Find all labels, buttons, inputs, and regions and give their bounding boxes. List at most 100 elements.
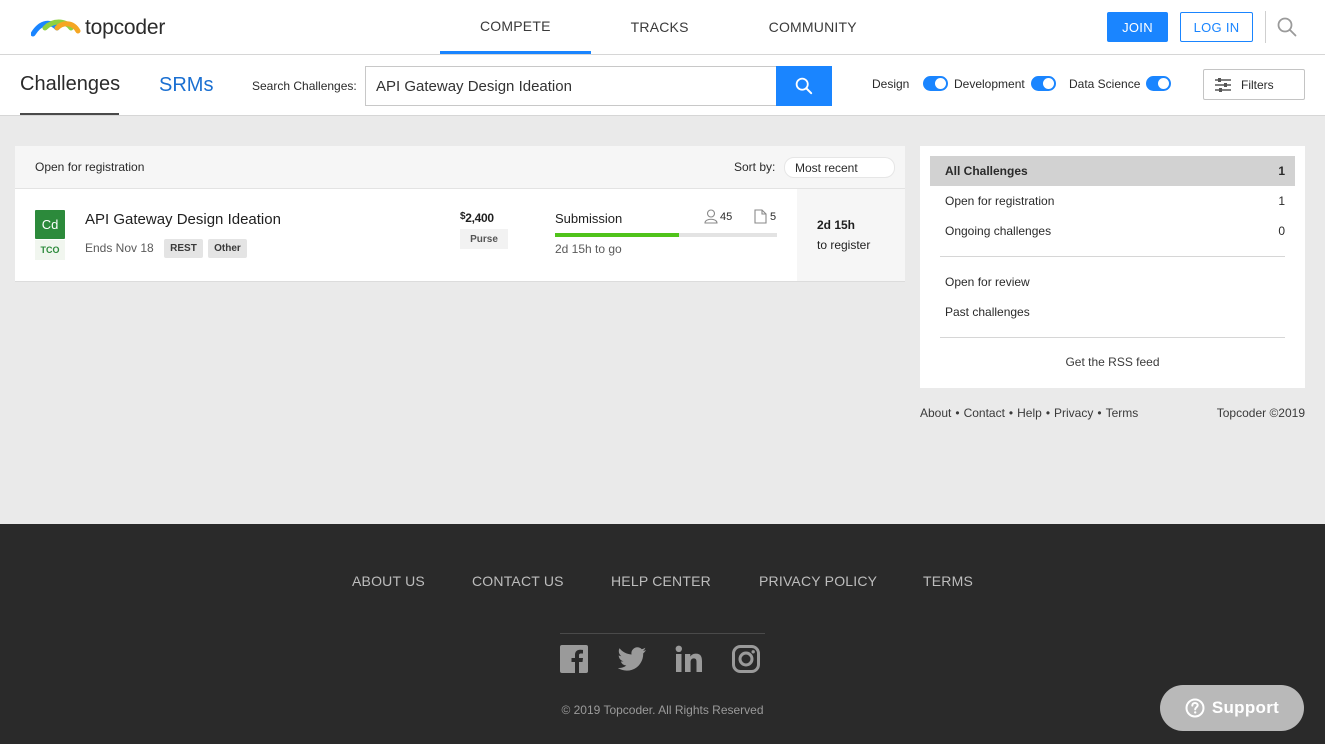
link-separator: •	[1008, 406, 1014, 420]
submissions-value: 5	[770, 210, 777, 223]
main-nav: COMPETE TRACKS COMMUNITY	[440, 0, 897, 54]
registrants-value: 45	[720, 210, 733, 223]
sidebar-item-open-for-registration[interactable]: Open for registration 1	[930, 186, 1295, 216]
top-navbar: topcoder COMPETE TRACKS COMMUNITY JOIN L…	[0, 0, 1325, 55]
social-divider	[560, 633, 765, 634]
footer-link-terms[interactable]: TERMS	[923, 573, 973, 589]
footer-link-about-us[interactable]: ABOUT US	[352, 573, 425, 589]
sidebar-item-label: Open for registration	[945, 194, 1055, 208]
challenges-toolbar: Challenges SRMs Search Challenges: Desig…	[0, 55, 1325, 116]
tag-rest[interactable]: REST	[164, 239, 203, 258]
twitter-icon[interactable]	[617, 644, 647, 674]
sidebar-item-ongoing-challenges[interactable]: Ongoing challenges 0	[930, 216, 1295, 246]
sort-select[interactable]: Most recent	[784, 157, 895, 178]
facebook-icon[interactable]	[559, 644, 589, 674]
sidebar-item-label: Open for review	[945, 275, 1030, 289]
prize-value: 2,400	[465, 211, 494, 225]
sidebar-item-all-challenges[interactable]: All Challenges 1	[930, 156, 1295, 186]
challenge-row[interactable]: Cd TCO API Gateway Design Ideation Ends …	[15, 189, 905, 282]
instagram-icon[interactable]	[731, 644, 761, 674]
sort-select-value: Most recent	[795, 160, 858, 175]
challenge-end-date: Ends Nov 18	[85, 241, 154, 255]
rss-feed-link[interactable]: Get the RSS feed	[920, 355, 1305, 369]
footer-link-contact-us[interactable]: CONTACT US	[472, 573, 564, 589]
nav-item-community[interactable]: COMMUNITY	[729, 0, 897, 54]
footer-link-help-center[interactable]: HELP CENTER	[611, 573, 711, 589]
topcoder-logo-text: topcoder	[85, 16, 166, 39]
nav-item-tracks[interactable]: TRACKS	[591, 0, 729, 54]
sidebar-item-count: 1	[1278, 194, 1285, 208]
sidebar-divider	[940, 337, 1285, 338]
phase-progress-fill	[555, 233, 680, 237]
phase-progress-bar	[555, 233, 777, 237]
support-label: Support	[1211, 698, 1280, 717]
filters-button[interactable]: Filters	[1203, 69, 1305, 100]
prize-amount: $2,400	[460, 211, 494, 225]
tab-challenges[interactable]: Challenges	[20, 55, 120, 115]
design-toggle-group: Design	[872, 76, 949, 91]
tag-other[interactable]: Other	[208, 239, 247, 258]
link-separator: •	[1097, 406, 1102, 420]
phase-time-left: 2d 15h to go	[555, 242, 622, 256]
site-footer: ABOUT US CONTACT US HELP CENTER PRIVACY …	[0, 524, 1325, 744]
topcoder-logo[interactable]: topcoder	[31, 16, 165, 40]
nav-divider	[1265, 11, 1266, 43]
sidebar-item-count: 1	[1278, 164, 1285, 178]
registrants-count[interactable]: 45	[704, 209, 732, 224]
footer-link-terms[interactable]: Terms	[1106, 406, 1139, 420]
search-icon	[795, 77, 813, 95]
challenge-list: Open for registration Sort by: Most rece…	[15, 146, 905, 282]
sidebar-item-label: Ongoing challenges	[945, 224, 1052, 238]
data-science-toggle-label: Data Science	[1069, 76, 1141, 91]
linkedin-icon[interactable]	[674, 644, 704, 674]
nav-item-compete[interactable]: COMPETE	[440, 0, 591, 54]
join-button[interactable]: JOIN	[1107, 12, 1168, 42]
footer-link-contact[interactable]: Contact	[964, 406, 1005, 420]
challenge-filter-sidebar: All Challenges 1 Open for registration 1…	[920, 146, 1305, 388]
registration-deadline[interactable]: 2d 15h to register	[797, 189, 905, 281]
sidebar-copyright: Topcoder ©2019	[1216, 406, 1305, 420]
data-science-toggle-group: Data Science	[1069, 76, 1172, 91]
design-toggle-label: Design	[872, 76, 910, 91]
search-icon[interactable]	[1277, 17, 1297, 37]
data-science-toggle[interactable]	[1146, 76, 1172, 91]
footer-link-help[interactable]: Help	[1017, 406, 1042, 420]
help-icon	[1185, 698, 1205, 718]
filters-icon	[1215, 77, 1231, 92]
registration-time-left: 2d 15h	[817, 218, 856, 232]
sidebar-divider	[940, 256, 1285, 257]
design-toggle[interactable]	[923, 76, 949, 91]
tco-badge: TCO	[35, 240, 65, 260]
list-status-title: Open for registration	[35, 160, 145, 174]
search-label: Search Challenges:	[252, 79, 357, 93]
sidebar-item-label: All Challenges	[945, 164, 1028, 178]
sidebar-item-open-for-review[interactable]: Open for review	[930, 267, 1295, 297]
footer-link-about[interactable]: About	[920, 406, 951, 420]
search-button[interactable]	[776, 66, 832, 106]
development-toggle-label: Development	[954, 76, 1025, 91]
list-header: Open for registration Sort by: Most rece…	[15, 146, 905, 189]
challenge-title[interactable]: API Gateway Design Ideation	[85, 211, 281, 228]
registration-label: to register	[817, 238, 871, 252]
user-icon	[704, 209, 718, 224]
sidebar-item-label: Past challenges	[945, 305, 1030, 319]
link-separator: •	[955, 406, 960, 420]
footer-link-privacy[interactable]: Privacy	[1054, 406, 1093, 420]
filters-label: Filters	[1241, 77, 1274, 92]
document-icon	[754, 209, 767, 224]
tab-srms[interactable]: SRMs	[159, 55, 213, 115]
sidebar-item-past-challenges[interactable]: Past challenges	[930, 297, 1295, 327]
topcoder-logo-icon	[31, 19, 81, 37]
sort-by-label: Sort by:	[734, 160, 776, 174]
login-button[interactable]: LOG IN	[1180, 12, 1253, 42]
search-input[interactable]	[365, 66, 776, 106]
footer-copyright: © 2019 Topcoder. All Rights Reserved	[561, 703, 764, 717]
development-toggle-group: Development	[954, 76, 1056, 91]
phase-name: Submission	[555, 211, 623, 226]
submissions-count[interactable]: 5	[754, 209, 776, 224]
development-toggle[interactable]	[1030, 76, 1056, 91]
purse-label: Purse	[460, 229, 508, 249]
support-button[interactable]: Support	[1160, 685, 1304, 731]
footer-link-privacy-policy[interactable]: PRIVACY POLICY	[759, 573, 877, 589]
sidebar-footer-links: About • Contact • Help • Privacy • Terms	[920, 406, 1138, 420]
